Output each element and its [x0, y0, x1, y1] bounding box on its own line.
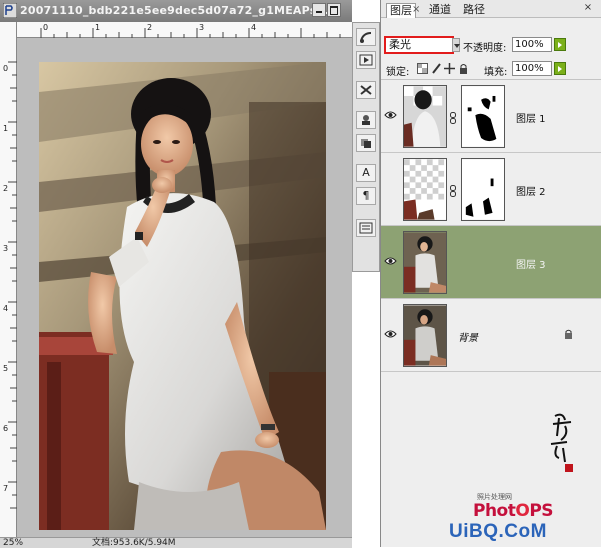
fill-label: 填充: — [484, 67, 508, 78]
ruler-label: 1 — [95, 23, 101, 32]
document-title-bar[interactable]: 20071110_bdb221e5ee9dec5d07a72_g1MEAPsh.… — [0, 0, 352, 22]
layer-name[interactable]: 图层 1 — [516, 110, 546, 125]
panel-close-icon[interactable]: × — [582, 2, 594, 14]
layer-mask-thumbnail[interactable] — [461, 158, 505, 221]
layer-row-selected[interactable]: 图层 3 — [381, 226, 601, 299]
eye-icon[interactable] — [384, 329, 397, 339]
palette-icon[interactable] — [356, 219, 376, 237]
layer-row[interactable]: 背景 — [381, 299, 601, 372]
lock-label: 锁定: — [386, 67, 410, 78]
layers-panel: 图层 × 通道 路径 × 柔光 不透明度: 100% 锁定: 填充: 100% — [380, 0, 601, 547]
ruler-label: 4 — [3, 304, 9, 313]
lock-icon — [565, 329, 572, 339]
fill-input[interactable]: 100% — [512, 61, 552, 76]
signature-stamp — [550, 413, 573, 472]
ruler-label: 1 — [3, 124, 9, 133]
lock-brush-icon[interactable] — [431, 63, 442, 74]
status-bar: 25% 文档:953.6K/5.94M — [0, 537, 352, 548]
eye-icon[interactable] — [384, 110, 397, 120]
ruler-label: 3 — [199, 23, 205, 32]
tab-paths[interactable]: 路径 — [460, 3, 488, 18]
link-icon[interactable] — [450, 185, 456, 197]
photoshop-doc-icon — [3, 3, 17, 18]
ruler-label: 2 — [3, 184, 9, 193]
history-brush-icon[interactable] — [356, 28, 376, 46]
ruler-horizontal-ticks — [40, 28, 341, 38]
opacity-label: 不透明度: — [463, 43, 507, 54]
clone-icon[interactable] — [356, 134, 376, 152]
ruler-label: 0 — [43, 23, 49, 32]
layer-thumbnail[interactable] — [403, 231, 447, 294]
ruler-vertical-ticks — [8, 61, 17, 509]
ruler-label: 0 — [3, 64, 9, 73]
ruler-vertical[interactable]: 0 1 2 3 4 5 6 7 — [0, 22, 17, 537]
play-icon[interactable] — [356, 51, 376, 69]
layer-row[interactable]: 图层 1 — [381, 80, 601, 153]
panel-tab-bar: 图层 × 通道 路径 × — [381, 0, 601, 18]
panel-empty-area: 照片处理网 PhotOPS UiBQ.CoM — [381, 377, 601, 547]
ruler-label: 7 — [3, 484, 9, 493]
document-window: 20071110_bdb221e5ee9dec5d07a72_g1MEAPsh.… — [0, 0, 352, 548]
layer-thumbnail[interactable] — [403, 85, 447, 148]
layer-mask-thumbnail[interactable] — [461, 85, 505, 148]
layer-row[interactable]: 图层 2 — [381, 153, 601, 226]
eye-icon[interactable] — [384, 256, 397, 266]
layer-name[interactable]: 背景 — [458, 329, 478, 344]
blend-opacity-row: 柔光 不透明度: 100% — [381, 34, 601, 58]
ruler-horizontal[interactable]: 0 1 2 3 4 — [17, 22, 352, 38]
canvas-area[interactable] — [17, 38, 352, 537]
type-icon[interactable]: A — [356, 164, 376, 182]
watermark-logo-start: Phot — [473, 501, 516, 521]
watermark-url: UiBQ.CoM — [449, 521, 547, 542]
layer-name[interactable]: 图层 3 — [516, 256, 546, 271]
opacity-slider-button[interactable] — [554, 38, 566, 51]
ruler-label: 4 — [251, 23, 257, 32]
watermark-logo: PhotOPS — [473, 501, 554, 521]
minimize-button[interactable] — [312, 3, 326, 17]
stamp-icon[interactable] — [356, 111, 376, 129]
document-title: 20071110_bdb221e5ee9dec5d07a72_g1MEAPsh.… — [20, 4, 338, 17]
chevron-down-icon[interactable] — [452, 38, 460, 52]
ruler-label: 5 — [3, 364, 9, 373]
layer-name[interactable]: 图层 2 — [516, 183, 546, 198]
link-icon[interactable] — [450, 112, 456, 124]
fill-slider-button[interactable] — [554, 62, 566, 75]
maximize-button[interactable] — [327, 3, 341, 17]
palette-dock: A ¶ — [352, 22, 380, 272]
layer-thumbnail[interactable] — [403, 158, 447, 221]
lock-fill-row: 锁定: 填充: 100% — [381, 58, 601, 80]
ruler-label: 6 — [3, 424, 9, 433]
ruler-label: 3 — [3, 244, 9, 253]
paragraph-icon[interactable]: ¶ — [356, 187, 376, 205]
watermark-logo-end: PS — [529, 501, 554, 521]
close-icon[interactable]: × — [412, 4, 420, 15]
photo-canvas[interactable] — [39, 62, 326, 530]
lock-move-icon[interactable] — [444, 63, 455, 74]
layer-thumbnail[interactable] — [403, 304, 447, 367]
tools-icon[interactable] — [356, 81, 376, 99]
opacity-input[interactable]: 100% — [512, 37, 552, 52]
tab-channels[interactable]: 通道 — [426, 3, 454, 18]
watermark-logo-o: O — [515, 501, 530, 521]
lock-transparent-icon[interactable] — [417, 63, 428, 74]
lock-all-icon[interactable] — [458, 63, 469, 74]
blend-mode-select[interactable]: 柔光 — [384, 36, 454, 54]
ruler-label: 2 — [147, 23, 153, 32]
